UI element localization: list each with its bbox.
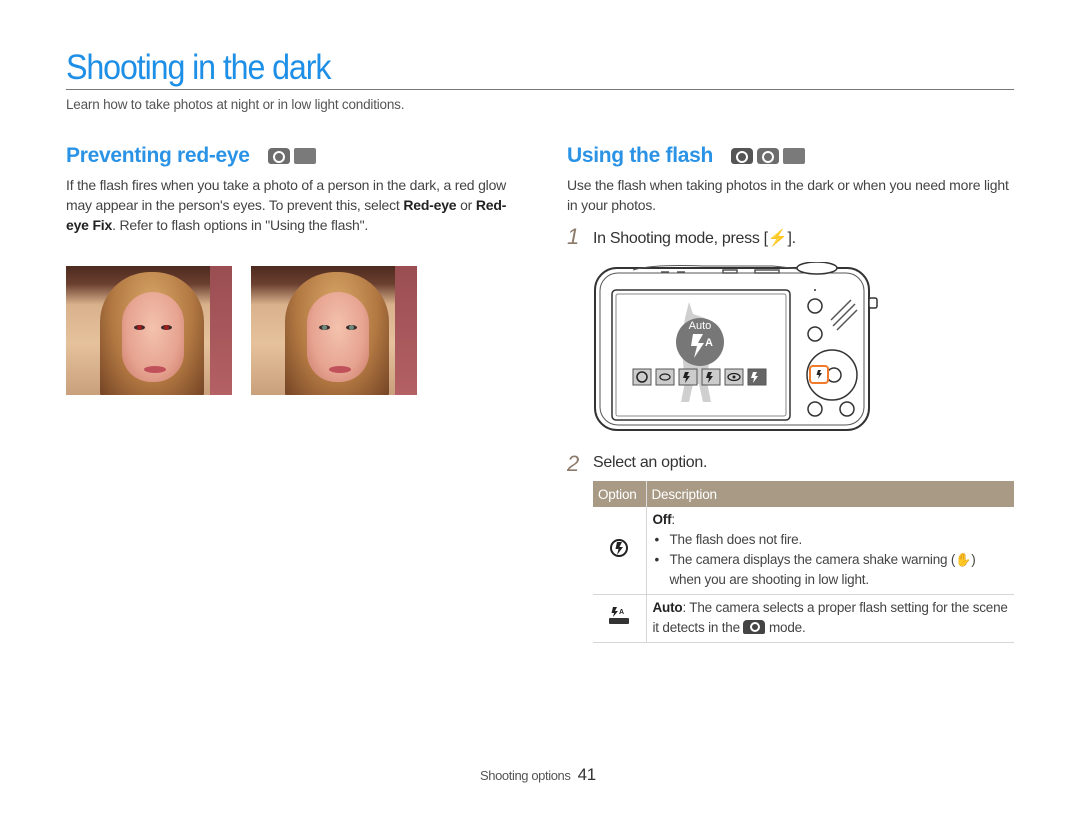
title-divider xyxy=(66,89,1014,90)
bullet-item: The flash does not fire. xyxy=(653,530,1010,550)
shake-warning-icon: ✋ xyxy=(955,552,972,567)
table-row: Off: The flash does not fire. The camera… xyxy=(593,507,1014,595)
red-eye-photo xyxy=(66,266,232,395)
bullet-item: The camera displays the camera shake war… xyxy=(653,550,1010,590)
flash-heading: Using the flash xyxy=(567,144,806,168)
red-eye-text: or xyxy=(456,197,476,213)
page-number: 41 xyxy=(577,765,597,784)
step-text-part: ]. xyxy=(787,230,796,247)
option-description: Auto: The camera selects a proper flash … xyxy=(646,594,1014,643)
red-eye-heading: Preventing red-eye xyxy=(66,144,316,168)
program-mode-icon xyxy=(267,148,290,164)
smart-auto-mode-icon xyxy=(743,620,766,634)
option-text: : The camera selects a proper flash sett… xyxy=(652,600,1008,635)
mode-icons xyxy=(267,148,316,164)
option-icon-cell xyxy=(593,507,647,595)
red-eye-heading-text: Preventing red-eye xyxy=(66,144,250,167)
option-bullets: The flash does not fire. The camera disp… xyxy=(653,530,1010,590)
smart-auto-mode-icon xyxy=(731,148,754,164)
flash-auto-smart-icon: A xyxy=(609,606,630,624)
option-text: mode. xyxy=(765,620,806,635)
flash-intro: Use the flash when taking photos in the … xyxy=(567,177,1009,213)
red-eye-option-name: Red-eye xyxy=(403,197,457,213)
flash-off-icon xyxy=(610,538,629,557)
scene-mode-icon xyxy=(293,148,316,164)
corrected-photo xyxy=(251,266,417,395)
column-header-option: Option xyxy=(593,481,647,507)
step-number: 1 xyxy=(567,224,580,249)
flash-options-table: Option Description Off: The flash does n… xyxy=(593,481,1014,643)
step-number: 2 xyxy=(567,451,580,476)
option-title: Auto xyxy=(652,600,683,615)
bullet-text: The camera displays the camera shake war… xyxy=(669,552,956,567)
column-header-description: Description xyxy=(646,481,1014,507)
selected-option-label: Auto xyxy=(689,320,712,332)
step-text-part: In Shooting mode, press [ xyxy=(593,230,768,247)
red-eye-description: If the flash fires when you take a photo… xyxy=(66,175,511,235)
step-1-text: In Shooting mode, press [⚡]. xyxy=(593,228,796,248)
program-mode-icon xyxy=(757,148,780,164)
step-2-text: Select an option. xyxy=(593,454,708,471)
table-row: A Auto: The camera selects a proper flas… xyxy=(593,594,1014,643)
flash-key-icon: ⚡ xyxy=(767,230,788,247)
page-footer: Shooting options 41 xyxy=(480,765,596,785)
mode-icons xyxy=(731,148,806,164)
flash-heading-text: Using the flash xyxy=(567,144,714,167)
option-title: Off xyxy=(652,512,672,527)
option-description: Off: The flash does not fire. The camera… xyxy=(646,507,1014,595)
page-title: Shooting in the dark xyxy=(66,48,331,87)
camera-back-illustration: Auto A xyxy=(594,262,878,431)
footer-section: Shooting options xyxy=(480,768,571,783)
page-intro: Learn how to take photos at night or in … xyxy=(66,97,405,112)
red-eye-text: . Refer to flash options in "Using the f… xyxy=(112,217,369,233)
svg-text:A: A xyxy=(705,337,713,349)
option-icon-cell: A xyxy=(593,594,647,643)
svg-text:A: A xyxy=(619,609,624,616)
scene-mode-icon xyxy=(783,148,806,164)
